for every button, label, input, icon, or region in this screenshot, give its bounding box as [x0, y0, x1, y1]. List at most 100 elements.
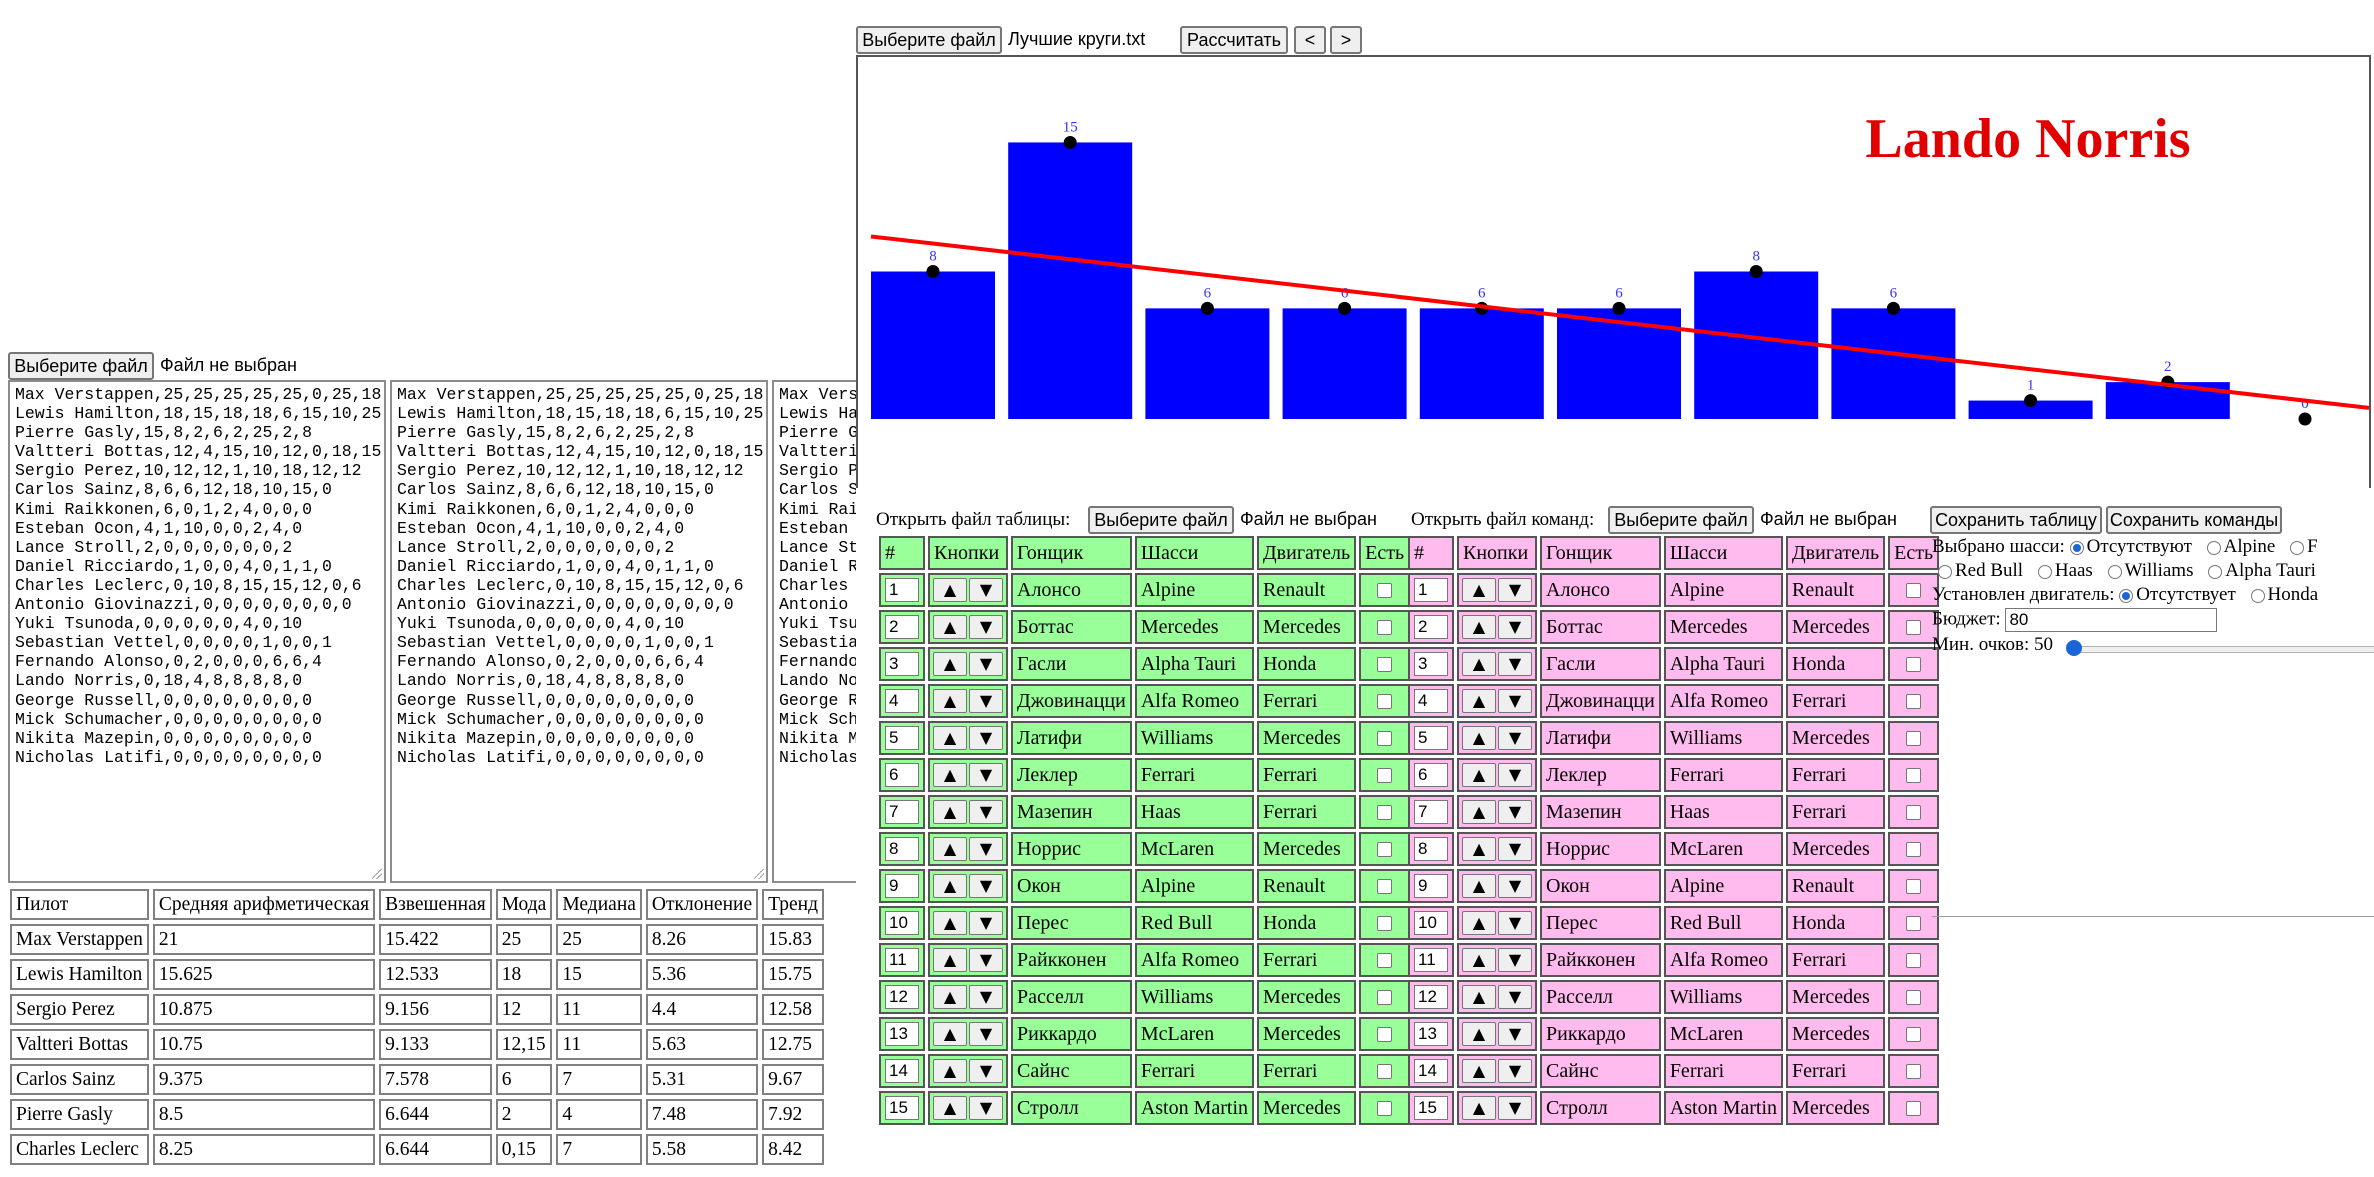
- available-checkbox[interactable]: [1377, 767, 1393, 783]
- move-up-button[interactable]: ▲: [1462, 800, 1496, 824]
- row-number-input[interactable]: 3: [1414, 652, 1448, 676]
- row-number-input[interactable]: 5: [1414, 726, 1448, 750]
- available-checkbox[interactable]: [1377, 1063, 1393, 1079]
- move-down-button[interactable]: ▼: [969, 1022, 1003, 1046]
- budget-input[interactable]: 80: [2005, 608, 2218, 632]
- teams-file-button[interactable]: Выберите файл: [1608, 506, 1754, 534]
- available-checkbox[interactable]: [1906, 1026, 1922, 1042]
- row-number-input[interactable]: 7: [885, 800, 919, 824]
- row-number-input[interactable]: 1: [1414, 578, 1448, 602]
- available-checkbox[interactable]: [1906, 878, 1922, 894]
- engine-radio-honda[interactable]: [2250, 588, 2265, 603]
- calculate-button[interactable]: Рассчитать: [1180, 26, 1288, 54]
- move-up-button[interactable]: ▲: [1462, 615, 1496, 639]
- move-up-button[interactable]: ▲: [1462, 948, 1496, 972]
- move-up-button[interactable]: ▲: [1462, 1096, 1496, 1120]
- row-number-input[interactable]: 13: [1414, 1022, 1448, 1046]
- available-checkbox[interactable]: [1377, 1100, 1393, 1116]
- row-number-input[interactable]: 13: [885, 1022, 919, 1046]
- row-number-input[interactable]: 2: [1414, 615, 1448, 639]
- move-down-button[interactable]: ▼: [969, 615, 1003, 639]
- row-number-input[interactable]: 12: [1414, 985, 1448, 1009]
- row-number-input[interactable]: 8: [1414, 837, 1448, 861]
- row-number-input[interactable]: 10: [1414, 911, 1448, 935]
- chassis-radio-alphatauri[interactable]: [2208, 564, 2223, 579]
- move-down-button[interactable]: ▼: [1498, 1096, 1532, 1120]
- move-down-button[interactable]: ▼: [1498, 874, 1532, 898]
- move-up-button[interactable]: ▲: [1462, 874, 1496, 898]
- scores-textarea-2[interactable]: Max Verstappen,25,25,25,25,25,0,25,18 Lew…: [390, 380, 768, 883]
- available-checkbox[interactable]: [1906, 582, 1922, 598]
- row-number-input[interactable]: 14: [1414, 1059, 1448, 1083]
- move-down-button[interactable]: ▼: [1498, 985, 1532, 1009]
- move-up-button[interactable]: ▲: [1462, 726, 1496, 750]
- scores-textarea-3[interactable]: Max VerstLewis HamPierre GaValtteriSergi…: [772, 380, 856, 883]
- chassis-radio-haas[interactable]: [2037, 564, 2052, 579]
- move-up-button[interactable]: ▲: [1462, 837, 1496, 861]
- available-checkbox[interactable]: [1906, 1100, 1922, 1116]
- move-up-button[interactable]: ▲: [1462, 985, 1496, 1009]
- available-checkbox[interactable]: [1906, 841, 1922, 857]
- row-number-input[interactable]: 15: [885, 1096, 919, 1120]
- move-down-button[interactable]: ▼: [1498, 948, 1532, 972]
- chassis-radio-williams[interactable]: [2107, 564, 2122, 579]
- available-checkbox[interactable]: [1906, 952, 1922, 968]
- move-up-button[interactable]: ▲: [933, 948, 967, 972]
- available-checkbox[interactable]: [1906, 915, 1922, 931]
- available-checkbox[interactable]: [1377, 693, 1393, 709]
- resize-grip-icon[interactable]: [754, 869, 764, 879]
- available-checkbox[interactable]: [1906, 767, 1922, 783]
- move-up-button[interactable]: ▲: [933, 1096, 967, 1120]
- move-up-button[interactable]: ▲: [1462, 763, 1496, 787]
- row-number-input[interactable]: 11: [1414, 948, 1448, 972]
- available-checkbox[interactable]: [1906, 656, 1922, 672]
- save-teams-button[interactable]: Сохранить команды: [2106, 506, 2282, 534]
- available-checkbox[interactable]: [1906, 989, 1922, 1005]
- move-down-button[interactable]: ▼: [1498, 763, 1532, 787]
- move-up-button[interactable]: ▲: [1462, 652, 1496, 676]
- available-checkbox[interactable]: [1906, 804, 1922, 820]
- chassis-radio-none[interactable]: [2069, 540, 2084, 555]
- row-number-input[interactable]: 12: [885, 985, 919, 1009]
- available-checkbox[interactable]: [1377, 582, 1393, 598]
- min-points-slider-track[interactable]: [2074, 646, 2374, 653]
- move-up-button[interactable]: ▲: [933, 874, 967, 898]
- move-up-button[interactable]: ▲: [933, 1022, 967, 1046]
- move-up-button[interactable]: ▲: [1462, 689, 1496, 713]
- row-number-input[interactable]: 2: [885, 615, 919, 639]
- move-up-button[interactable]: ▲: [933, 578, 967, 602]
- available-checkbox[interactable]: [1377, 804, 1393, 820]
- resize-grip-icon[interactable]: [372, 869, 382, 879]
- move-up-button[interactable]: ▲: [933, 689, 967, 713]
- move-up-button[interactable]: ▲: [1462, 1059, 1496, 1083]
- move-up-button[interactable]: ▲: [1462, 1022, 1496, 1046]
- row-number-input[interactable]: 15: [1414, 1096, 1448, 1120]
- move-up-button[interactable]: ▲: [1462, 911, 1496, 935]
- row-number-input[interactable]: 14: [885, 1059, 919, 1083]
- move-down-button[interactable]: ▼: [969, 726, 1003, 750]
- row-number-input[interactable]: 9: [1414, 874, 1448, 898]
- move-up-button[interactable]: ▲: [933, 837, 967, 861]
- move-down-button[interactable]: ▼: [1498, 615, 1532, 639]
- left-file-button[interactable]: Выберите файл: [8, 352, 154, 380]
- move-up-button[interactable]: ▲: [933, 763, 967, 787]
- row-number-input[interactable]: 1: [885, 578, 919, 602]
- move-up-button[interactable]: ▲: [933, 911, 967, 935]
- available-checkbox[interactable]: [1377, 619, 1393, 635]
- move-down-button[interactable]: ▼: [969, 652, 1003, 676]
- chassis-radio-redbull[interactable]: [1938, 564, 1952, 579]
- row-number-input[interactable]: 9: [885, 874, 919, 898]
- available-checkbox[interactable]: [1906, 693, 1922, 709]
- available-checkbox[interactable]: [1906, 1063, 1922, 1079]
- available-checkbox[interactable]: [1377, 989, 1393, 1005]
- move-down-button[interactable]: ▼: [969, 800, 1003, 824]
- move-down-button[interactable]: ▼: [969, 763, 1003, 787]
- move-down-button[interactable]: ▼: [1498, 578, 1532, 602]
- row-number-input[interactable]: 4: [885, 689, 919, 713]
- row-number-input[interactable]: 6: [885, 763, 919, 787]
- next-button[interactable]: >: [1330, 26, 1362, 54]
- move-down-button[interactable]: ▼: [1498, 726, 1532, 750]
- move-down-button[interactable]: ▼: [969, 578, 1003, 602]
- move-down-button[interactable]: ▼: [1498, 800, 1532, 824]
- available-checkbox[interactable]: [1377, 1026, 1393, 1042]
